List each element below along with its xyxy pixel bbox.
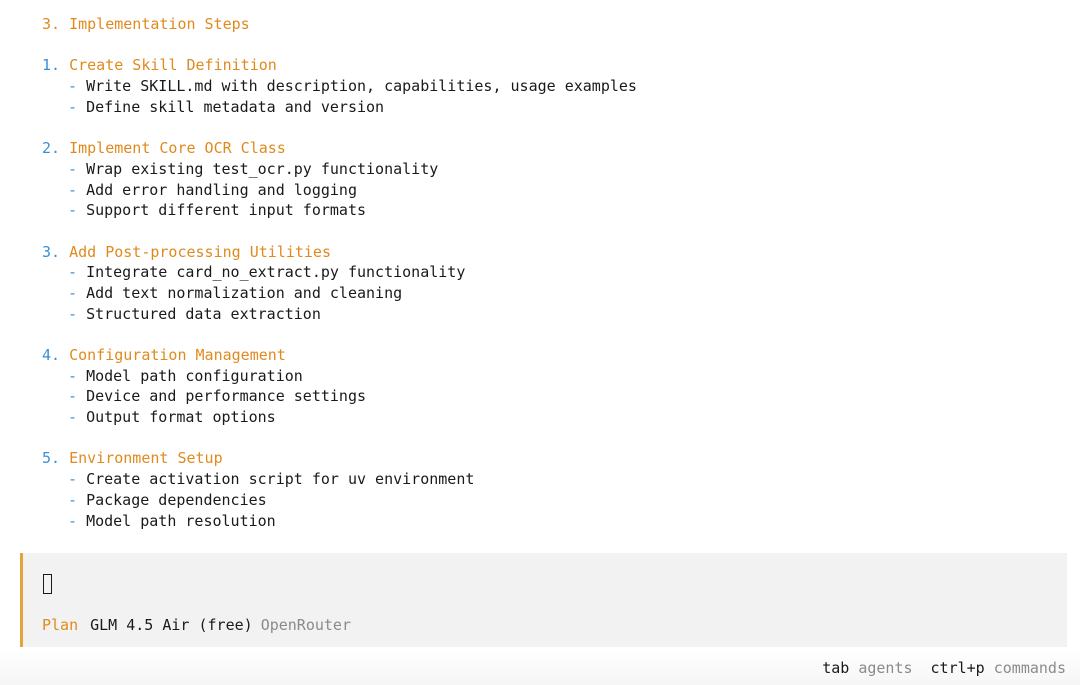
- list-item: - Create activation script for uv enviro…: [68, 470, 475, 489]
- list-item: - Structured data extraction: [68, 304, 321, 323]
- prompt-input-panel[interactable]: Plan GLM 4.5 Air (free) OpenRouter: [20, 553, 1067, 647]
- bullet-dash: -: [68, 180, 78, 199]
- step-title: Add Post-processing Utilities: [69, 242, 331, 261]
- step-5-title: 5. Environment Setup: [42, 448, 1060, 469]
- bullet-dash: -: [68, 490, 78, 509]
- step-3-title: 3. Add Post-processing Utilities: [42, 242, 1060, 263]
- text-cursor[interactable]: [43, 574, 52, 594]
- model-name: GLM 4.5 Air (free): [90, 616, 253, 634]
- bullet-dash: -: [68, 201, 78, 220]
- step-2-title: 2. Implement Core OCR Class: [42, 138, 1060, 159]
- keyboard-hints-bar: tab agents ctrl+p commands: [0, 649, 1080, 685]
- step-number: 4.: [42, 346, 61, 364]
- list-item: - Add error handling and logging: [68, 180, 357, 199]
- list-item: - Output format options: [68, 408, 276, 427]
- step-number: 5.: [42, 449, 61, 468]
- bullet-dash: -: [68, 77, 78, 96]
- bullet-dash: -: [68, 408, 78, 427]
- step-number: 3.: [42, 242, 61, 261]
- bullet-dash: -: [68, 470, 78, 489]
- list-item: - Package dependencies: [68, 490, 267, 509]
- hint-key-ctrl-p: ctrl+p: [930, 659, 985, 677]
- plan-document: 3. Implementation Steps 1. Create Skill …: [42, 14, 1060, 531]
- step-title: Configuration Management: [69, 346, 286, 364]
- keyboard-hints: tab agents ctrl+p commands: [822, 659, 1066, 677]
- list-item: - Add text normalization and cleaning: [68, 283, 403, 302]
- step-1-title: 1. Create Skill Definition: [42, 55, 1060, 76]
- hint-label-commands[interactable]: commands: [994, 659, 1066, 677]
- bullet-dash: -: [68, 97, 78, 116]
- bullet-dash: -: [68, 159, 78, 178]
- bullet-dash: -: [68, 263, 78, 282]
- step-4-title: 4. Configuration Management: [42, 345, 1060, 366]
- list-item: - Model path resolution: [68, 511, 276, 530]
- step-title: Environment Setup: [69, 449, 223, 468]
- hint-label-agents[interactable]: agents: [858, 659, 912, 677]
- step-title: Create Skill Definition: [69, 56, 277, 75]
- bullet-dash: -: [68, 366, 78, 385]
- bullet-dash: -: [68, 387, 78, 406]
- bullet-dash: -: [68, 304, 78, 323]
- model-provider: OpenRouter: [260, 616, 351, 634]
- agent-mode-label[interactable]: Plan: [42, 616, 78, 634]
- section-heading: 3. Implementation Steps: [42, 15, 250, 33]
- hint-key-tab: tab: [822, 659, 850, 677]
- list-item: - Integrate card_no_extract.py functiona…: [68, 263, 466, 282]
- list-item: - Model path configuration: [68, 366, 303, 385]
- bullet-dash: -: [68, 283, 78, 302]
- bullet-dash: -: [68, 511, 78, 530]
- step-number: 2.: [42, 139, 61, 158]
- list-item: - Define skill metadata and version: [68, 97, 385, 116]
- step-number: 1.: [42, 56, 61, 75]
- list-item: - Wrap existing test_ocr.py functionalit…: [68, 159, 439, 178]
- list-item: - Device and performance settings: [68, 387, 367, 406]
- list-item: - Write SKILL.md with description, capab…: [68, 77, 637, 96]
- model-status-line: Plan GLM 4.5 Air (free) OpenRouter: [42, 616, 351, 634]
- step-title: Implement Core OCR Class: [69, 139, 286, 158]
- list-item: - Support different input formats: [68, 201, 367, 220]
